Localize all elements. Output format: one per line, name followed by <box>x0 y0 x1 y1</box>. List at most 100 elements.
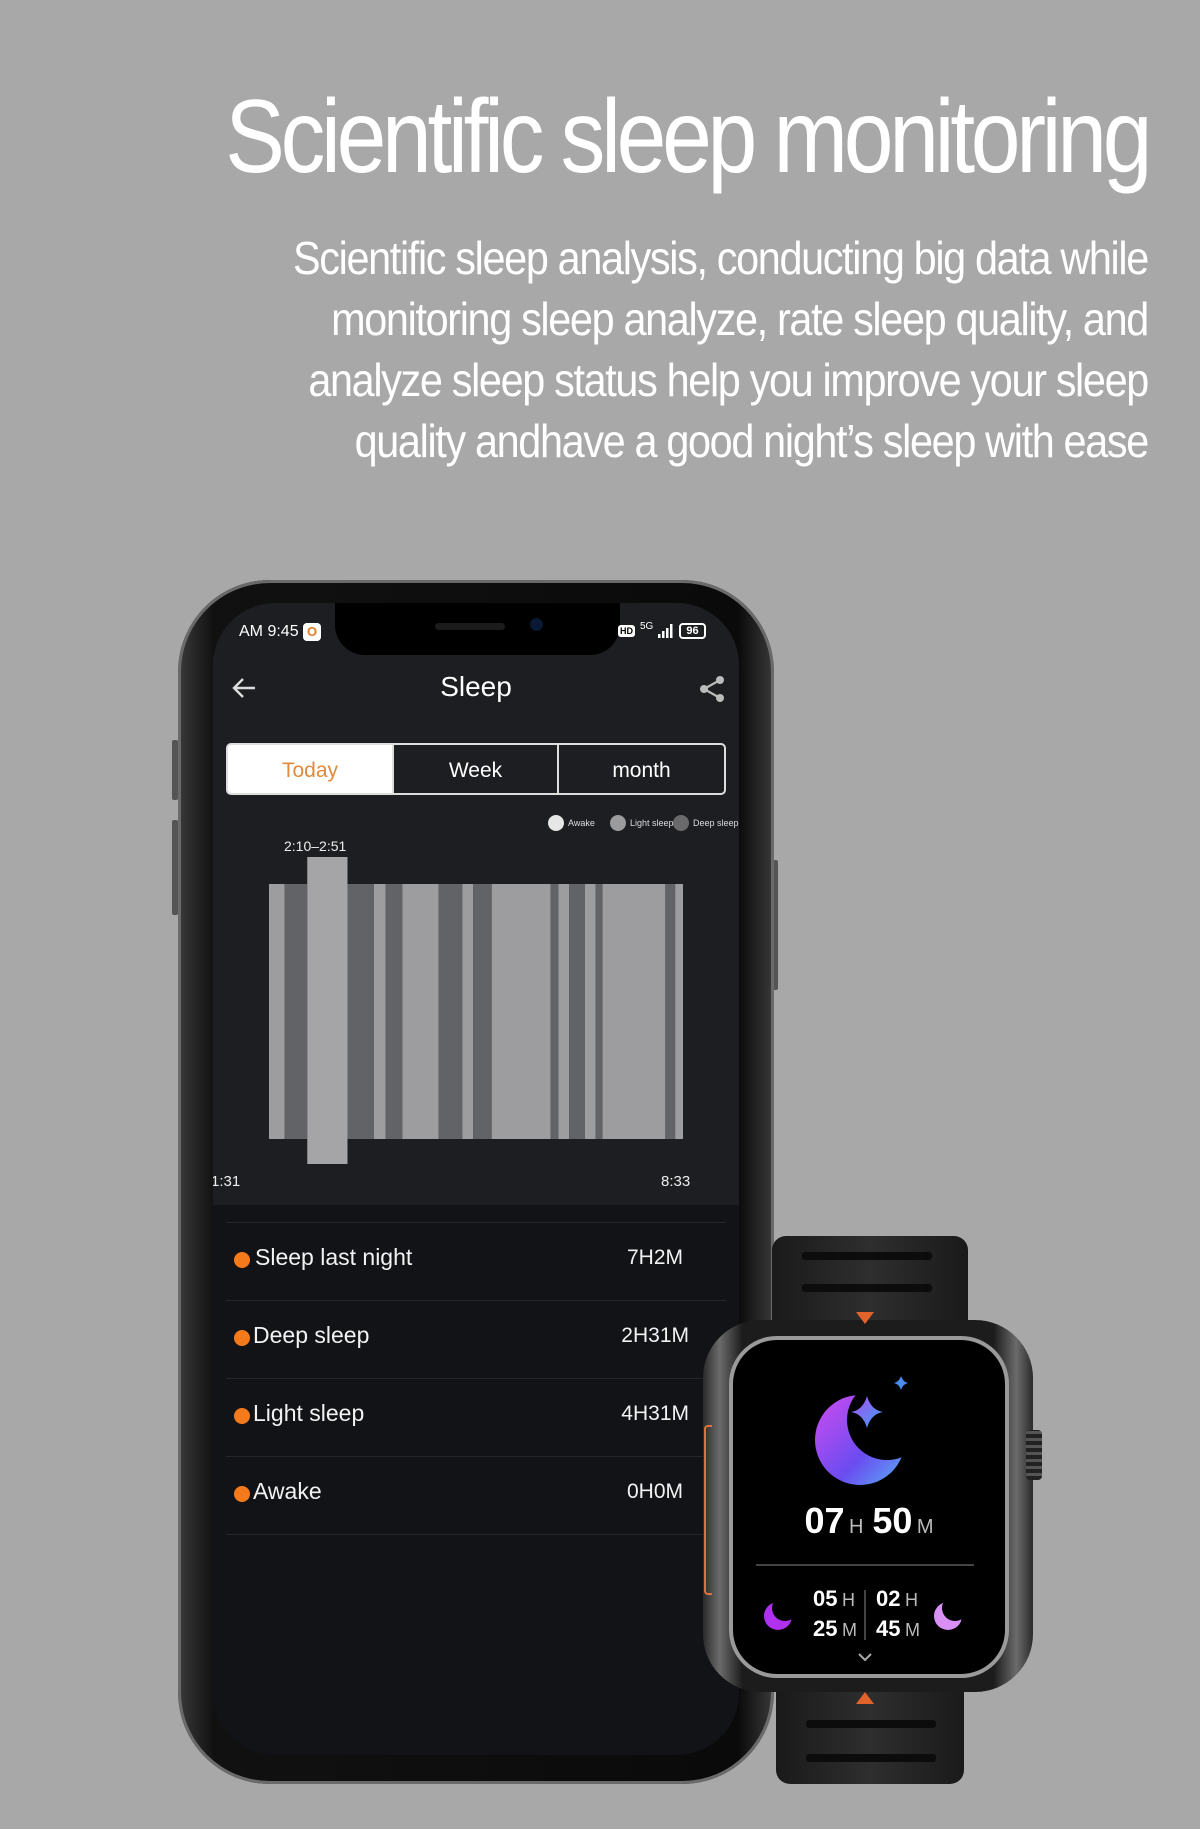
total-hours: 07 <box>804 1500 845 1541</box>
row-value: 4H31M <box>621 1402 689 1425</box>
share-icon[interactable] <box>698 675 726 703</box>
bullet-icon <box>234 1486 250 1502</box>
legend-dot <box>548 815 564 831</box>
right-minutes: 45 <box>876 1616 901 1641</box>
hours-unit: H <box>841 1590 855 1610</box>
phone-notch <box>335 603 620 655</box>
sleep-chart[interactable] <box>260 850 700 1170</box>
sleep-segment-light[interactable] <box>675 884 683 1139</box>
list-item-light-sleep: Light sleep 4H31M <box>213 1378 713 1456</box>
row-label: Deep sleep <box>253 1322 370 1348</box>
sleep-segment-deep[interactable] <box>438 884 463 1139</box>
legend-item-awake: Awake <box>548 815 595 831</box>
watch-orange-accent <box>704 1425 712 1595</box>
chart-legend: Awake Light sleep Deep sleep <box>548 815 739 835</box>
hours-unit: H <box>904 1590 918 1610</box>
minutes-unit: M <box>916 1516 934 1538</box>
left-hours: 05 <box>813 1586 838 1611</box>
row-label: Sleep last night <box>255 1244 413 1270</box>
sleep-segment-light[interactable] <box>558 884 570 1139</box>
legend-label: Light sleep <box>630 818 674 828</box>
sleep-segment-light[interactable] <box>269 884 285 1139</box>
status-time: AM 9:45 <box>239 623 299 641</box>
period-tabs: Today Week month <box>226 743 726 795</box>
sleep-segment-light[interactable] <box>402 884 439 1139</box>
hd-icon: HD <box>618 625 635 637</box>
sleep-segment-deep[interactable] <box>665 884 676 1139</box>
camera <box>530 618 543 631</box>
sleep-segment-deep[interactable] <box>385 884 403 1139</box>
list-item-sleep-last-night: Sleep last night 7H2M <box>213 1222 713 1300</box>
tab-month[interactable]: month <box>557 743 726 795</box>
deep-moon-icon <box>764 1602 792 1630</box>
list-item-awake: Awake 0H0M <box>213 1456 713 1534</box>
light-moon-icon <box>934 1602 962 1630</box>
strap-marker-icon <box>856 1312 874 1324</box>
sleep-segment-light[interactable] <box>602 884 666 1139</box>
strap-groove <box>802 1284 932 1292</box>
sleep-segment-deep[interactable] <box>550 884 559 1139</box>
tab-week[interactable]: Week <box>392 743 559 795</box>
watch-crown[interactable] <box>1026 1430 1042 1480</box>
divider <box>864 1590 866 1640</box>
left-duration: 05 H 25 M <box>813 1585 857 1645</box>
legend-label: Awake <box>568 818 595 828</box>
total-sleep-time: 07 H 50 M <box>733 1500 1005 1542</box>
sleep-segment-deep[interactable] <box>595 884 603 1139</box>
x-tick-end: 8:33 <box>661 1173 691 1190</box>
right-duration: 02 H 45 M <box>876 1585 920 1645</box>
legend-item-deep: Deep sleep <box>673 815 739 831</box>
strap-groove <box>806 1754 936 1762</box>
minutes-unit: M <box>904 1620 920 1640</box>
legend-label: Deep sleep <box>693 818 739 828</box>
bullet-icon <box>234 1408 250 1424</box>
description-line: Scientific sleep analysis, conducting bi… <box>293 232 1149 284</box>
speaker <box>435 623 505 630</box>
description-line: quality andhave a good night’s sleep wit… <box>354 415 1150 467</box>
sleep-segment-light[interactable] <box>584 884 596 1139</box>
chevron-down-icon[interactable] <box>857 1652 873 1662</box>
bullet-icon <box>234 1252 250 1268</box>
sleep-segment-deep[interactable] <box>569 884 585 1139</box>
sleep-segment-light[interactable] <box>462 884 474 1139</box>
tab-today[interactable]: Today <box>226 743 394 795</box>
network-label: 5G <box>640 621 654 632</box>
sleep-segment-deep[interactable] <box>473 884 492 1139</box>
sleep-summary-list: Sleep last night 7H2M Deep sleep 2H31M L… <box>213 1222 739 1542</box>
row-label: Light sleep <box>253 1400 365 1426</box>
bullet-icon <box>234 1330 250 1346</box>
page-title: Sleep <box>440 671 512 702</box>
left-minutes: 25 <box>813 1616 838 1641</box>
sleep-segment-light-selected[interactable] <box>307 857 348 1164</box>
divider <box>756 1564 974 1566</box>
hours-unit: H <box>848 1516 864 1538</box>
description-line: analyze sleep status help you improve yo… <box>308 354 1149 406</box>
phone-screen: AM 9:45 O HD 5G 96 Sleep Today Week mont… <box>213 603 739 1755</box>
x-tick-start: 1:31 <box>213 1173 241 1190</box>
battery-icon: 96 <box>679 623 706 639</box>
strap-groove <box>806 1720 936 1728</box>
strap-groove <box>802 1252 932 1260</box>
watch-screen: 07 H 50 M 05 H 25 M 02 H 45 M <box>733 1340 1005 1674</box>
row-value: 2H31M <box>621 1324 689 1347</box>
moon-stars-icon <box>815 1376 908 1485</box>
description: Scientific sleep analysis, conducting bi… <box>293 228 1150 472</box>
sleep-segment-deep[interactable] <box>284 884 308 1139</box>
list-item-deep-sleep: Deep sleep 2H31M <box>213 1300 713 1378</box>
total-minutes: 50 <box>872 1500 913 1541</box>
divider <box>226 1534 726 1535</box>
strap-marker-icon <box>856 1692 874 1704</box>
headline: Scientific sleep monitoring <box>225 79 1152 195</box>
signal-icon <box>658 624 673 638</box>
right-hours: 02 <box>876 1586 901 1611</box>
legend-dot <box>610 815 626 831</box>
legend-item-light: Light sleep <box>610 815 674 831</box>
app-notification-icon: O <box>303 623 322 641</box>
sleep-segment-deep[interactable] <box>347 884 374 1139</box>
sleep-segment-light[interactable] <box>373 884 386 1139</box>
minutes-unit: M <box>841 1620 857 1640</box>
sleep-segment-light[interactable] <box>491 884 551 1139</box>
row-label: Awake <box>253 1478 322 1504</box>
legend-dot <box>673 815 689 831</box>
status-time-group: AM 9:45 O <box>239 623 322 641</box>
